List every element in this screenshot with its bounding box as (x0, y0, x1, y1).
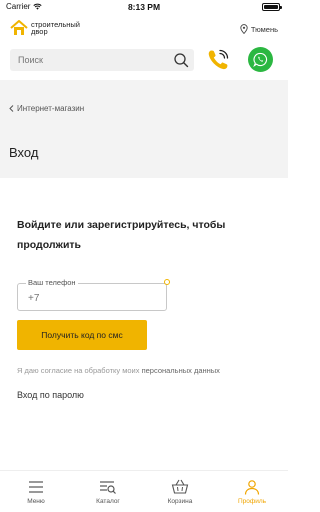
logo-house-icon (10, 20, 28, 35)
location-pin-icon (240, 24, 248, 34)
tab-profile[interactable]: Профиль (216, 471, 288, 512)
city-selector[interactable]: Тюмень (240, 24, 278, 34)
tab-profile-label: Профиль (237, 498, 267, 505)
tab-basket[interactable]: Корзина (144, 471, 216, 512)
search-row (0, 47, 288, 74)
app-header: строительный двор Тюмень (0, 14, 288, 44)
get-sms-code-button[interactable]: Получить код по смс (17, 320, 147, 350)
tab-catalog-label: Каталог (96, 498, 120, 505)
password-login-link[interactable]: Вход по паролю (17, 390, 84, 400)
search-icon[interactable] (173, 52, 189, 68)
tab-menu-label: Меню (27, 498, 45, 505)
chevron-left-icon (9, 105, 14, 112)
logo[interactable]: строительный двор (10, 20, 80, 36)
logo-line-2: двор (31, 27, 48, 36)
consent-text: Я даю согласие на обработку моих персона… (17, 366, 220, 375)
tab-catalog[interactable]: Каталог (72, 471, 144, 512)
tab-bar: Меню Каталог Корзина Профиль (0, 470, 288, 512)
basket-icon (171, 479, 189, 494)
breadcrumb-label: Интернет-магазин (17, 104, 85, 113)
phone-call-icon[interactable] (206, 48, 230, 72)
status-time: 8:13 PM (127, 2, 161, 12)
consent-prefix: Я даю согласие на обработку моих (17, 366, 142, 375)
phone-field-label: Ваш телефон (26, 278, 78, 287)
personal-data-link[interactable]: персональных данных (142, 366, 220, 375)
page-header: Интернет-магазин Вход (0, 80, 288, 178)
menu-icon (29, 481, 43, 493)
catalog-icon (100, 481, 116, 494)
page-title: Вход (9, 145, 39, 160)
whatsapp-icon (253, 52, 268, 67)
required-indicator (164, 279, 170, 285)
login-prompt: Войдите или зарегистрируйтесь, чтобы про… (17, 219, 226, 251)
logo-text: строительный двор (31, 21, 80, 36)
search-box[interactable] (10, 49, 194, 71)
city-name: Тюмень (250, 24, 278, 34)
breadcrumb[interactable]: Интернет-магазин (9, 104, 84, 113)
battery-icon (262, 3, 282, 11)
tab-basket-label: Корзина (167, 498, 193, 505)
status-bar: Carrier 8:13 PM (0, 0, 288, 14)
search-input[interactable] (18, 53, 168, 67)
whatsapp-button[interactable] (248, 47, 273, 72)
phone-field[interactable]: Ваш телефон (17, 278, 167, 311)
profile-icon (244, 480, 260, 495)
phone-input[interactable] (28, 291, 158, 305)
tab-menu[interactable]: Меню (0, 471, 72, 512)
